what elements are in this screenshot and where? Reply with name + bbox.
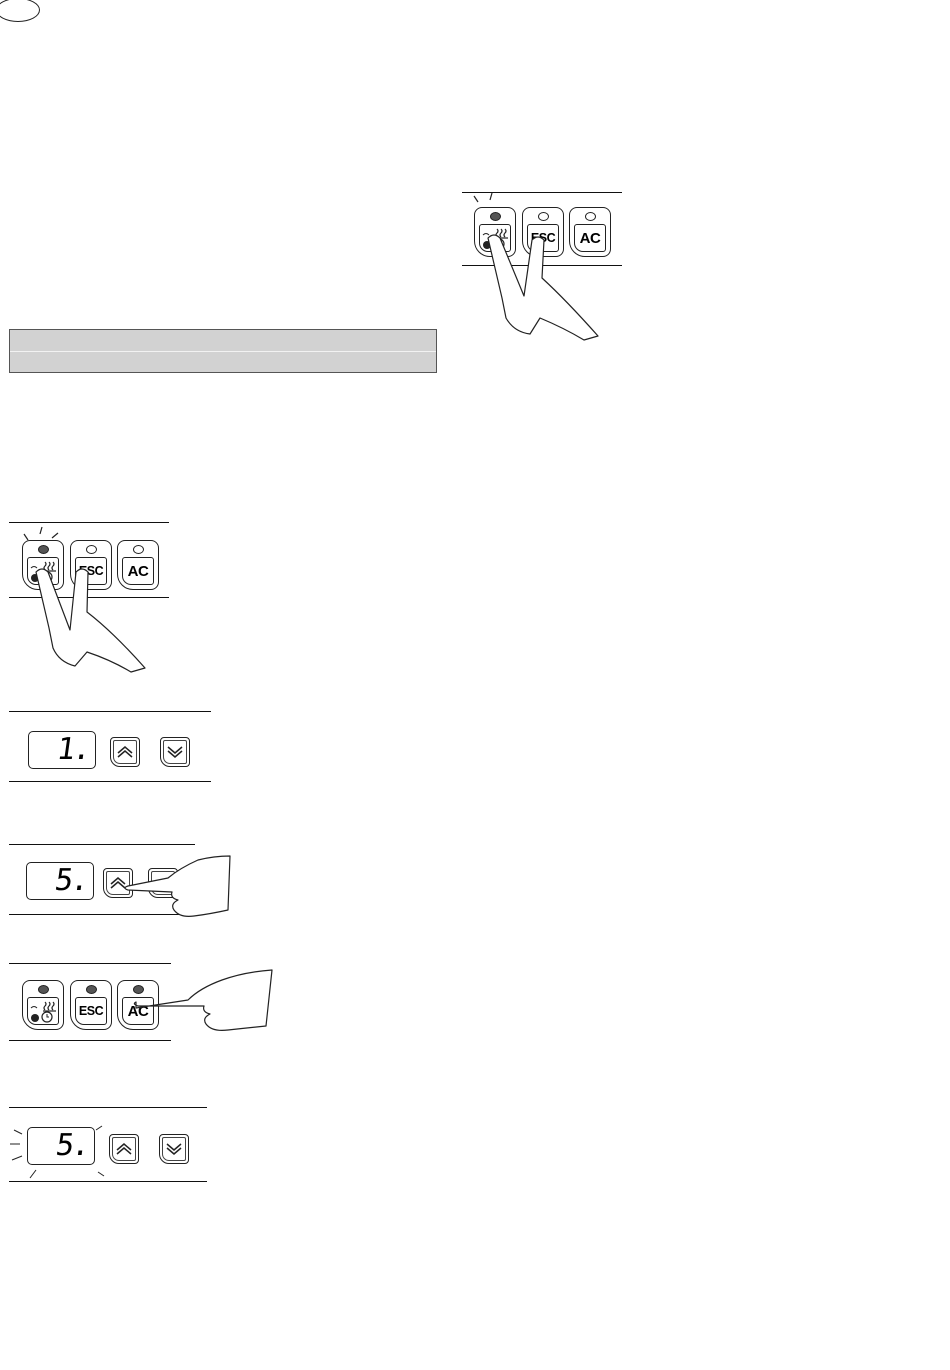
figure-d-rule bbox=[9, 963, 171, 964]
steam-timer-icon bbox=[482, 228, 508, 250]
esc-label: ESC bbox=[530, 231, 556, 245]
esc-key[interactable]: ESC bbox=[522, 207, 564, 257]
figure-top-rule bbox=[462, 192, 622, 193]
chevron-up-icon bbox=[117, 746, 133, 758]
band-divider bbox=[10, 351, 436, 352]
language-badge bbox=[0, 0, 40, 22]
figure-a-rule bbox=[9, 597, 169, 598]
program-key-face bbox=[27, 997, 59, 1025]
esc-key-face: ESC bbox=[75, 997, 107, 1025]
figure-c-rule bbox=[9, 914, 195, 915]
ac-label: AC bbox=[127, 1002, 149, 1020]
ac-key[interactable]: AC bbox=[569, 207, 611, 257]
up-button[interactable] bbox=[103, 868, 133, 898]
program-key-face bbox=[27, 557, 59, 585]
figure-a-rule bbox=[9, 522, 169, 523]
esc-led bbox=[86, 545, 97, 554]
figure-b-rule bbox=[9, 781, 211, 782]
display-value: 5. bbox=[52, 863, 90, 898]
display-value: 1. bbox=[54, 732, 92, 767]
down-button[interactable] bbox=[159, 1134, 189, 1164]
down-button-face bbox=[151, 871, 175, 895]
steam-timer-icon bbox=[30, 1001, 56, 1023]
down-button-face bbox=[162, 1137, 186, 1161]
program-key[interactable] bbox=[22, 980, 64, 1030]
esc-label: ESC bbox=[78, 564, 104, 578]
ac-key-face: AC bbox=[122, 997, 154, 1025]
up-button-face bbox=[113, 740, 137, 764]
program-key[interactable] bbox=[22, 540, 64, 590]
chevron-down-icon bbox=[166, 1143, 182, 1155]
chevron-down-icon bbox=[167, 746, 183, 758]
program-led bbox=[490, 212, 501, 221]
program-key[interactable] bbox=[474, 207, 516, 257]
esc-led bbox=[86, 985, 97, 994]
ac-key-face: AC bbox=[122, 557, 154, 585]
ac-led bbox=[585, 212, 596, 221]
down-button[interactable] bbox=[148, 868, 178, 898]
ac-label: AC bbox=[579, 229, 601, 247]
down-button-face bbox=[163, 740, 187, 764]
figure-top-rule bbox=[462, 265, 622, 266]
ac-label: AC bbox=[127, 562, 149, 580]
esc-key-face: ESC bbox=[527, 224, 559, 252]
steam-timer-icon bbox=[30, 561, 56, 583]
ac-led bbox=[133, 545, 144, 554]
chevron-up-icon bbox=[116, 1143, 132, 1155]
program-led bbox=[38, 985, 49, 994]
program-led bbox=[38, 545, 49, 554]
down-button[interactable] bbox=[160, 737, 190, 767]
esc-led bbox=[538, 212, 549, 221]
figure-d-rule bbox=[9, 1040, 171, 1041]
figure-e-rule bbox=[9, 1181, 207, 1182]
program-display-blinking: 5. bbox=[27, 1127, 95, 1165]
esc-key[interactable]: ESC bbox=[70, 540, 112, 590]
figure-b-rule bbox=[9, 711, 211, 712]
up-button-face bbox=[106, 871, 130, 895]
esc-key[interactable]: ESC bbox=[70, 980, 112, 1030]
program-display: 1. bbox=[28, 731, 96, 769]
figure-c-rule bbox=[9, 844, 195, 845]
up-button-face bbox=[112, 1137, 136, 1161]
chevron-up-icon bbox=[110, 877, 126, 889]
program-display: 5. bbox=[26, 862, 94, 900]
figure-e-rule bbox=[9, 1107, 207, 1108]
ac-key[interactable]: AC bbox=[117, 540, 159, 590]
up-button[interactable] bbox=[109, 1134, 139, 1164]
ac-key-face: AC bbox=[574, 224, 606, 252]
section-header-band bbox=[9, 329, 437, 373]
up-button[interactable] bbox=[110, 737, 140, 767]
ac-key[interactable]: AC bbox=[117, 980, 159, 1030]
esc-label: ESC bbox=[78, 1004, 104, 1018]
display-value: 5. bbox=[53, 1128, 91, 1163]
ac-led bbox=[133, 985, 144, 994]
program-key-face bbox=[479, 224, 511, 252]
illustration-overlay bbox=[10, 192, 599, 1179]
esc-key-face: ESC bbox=[75, 557, 107, 585]
